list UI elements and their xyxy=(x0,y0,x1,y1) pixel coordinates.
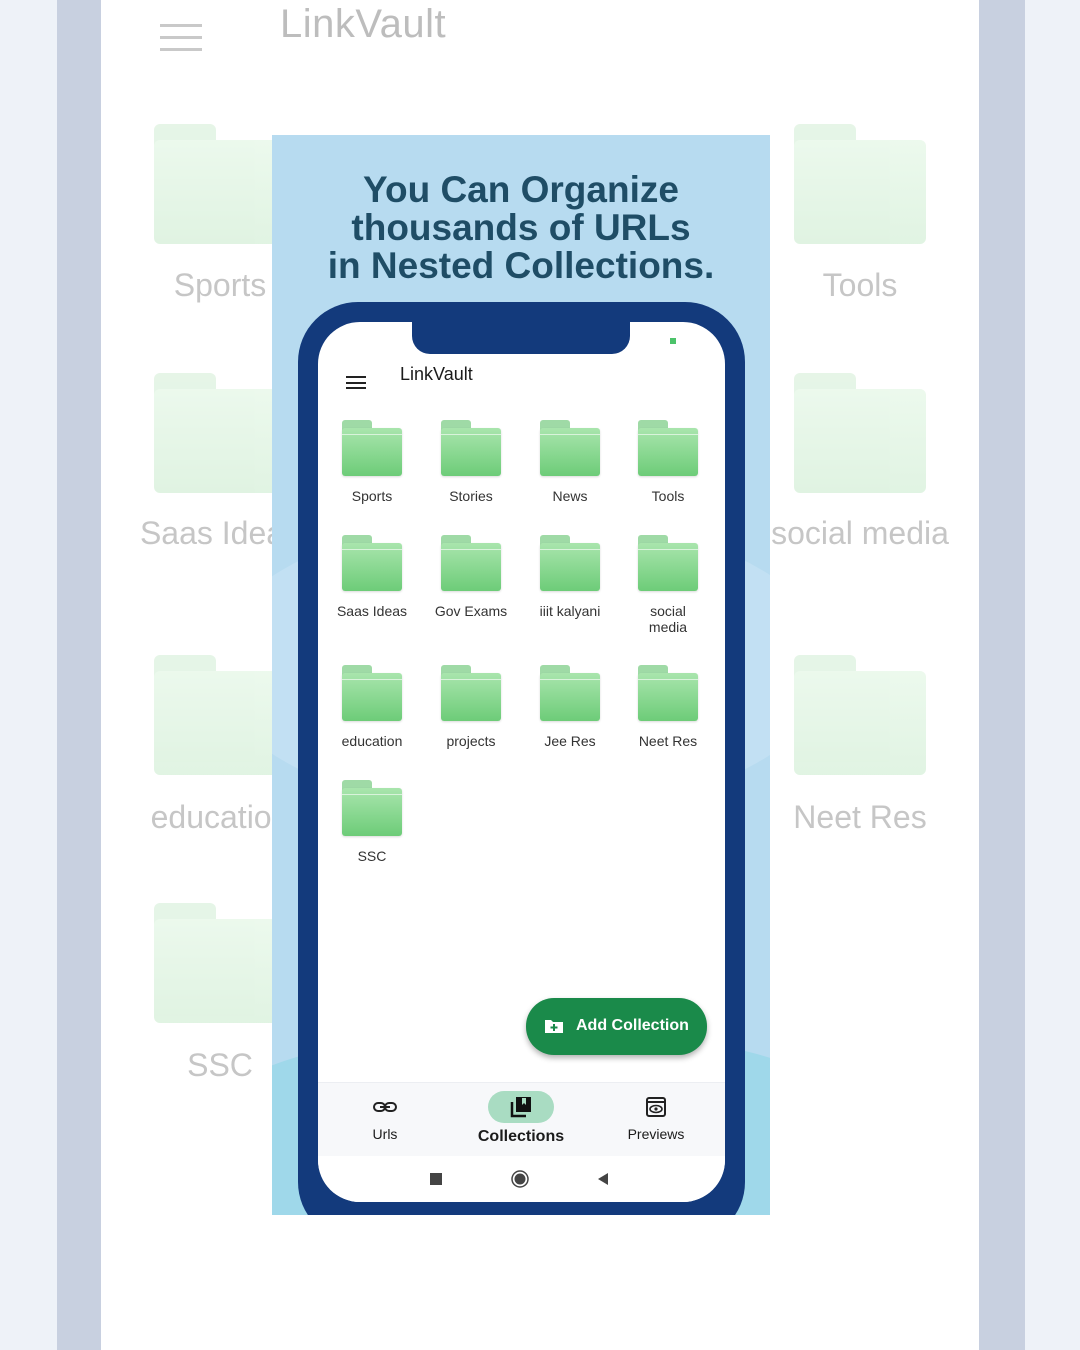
status-indicator-dot xyxy=(670,338,676,344)
collection-folder[interactable]: Gov Exams xyxy=(422,535,520,619)
add-collection-button[interactable]: Add Collection xyxy=(526,998,707,1055)
nav-tab-label: Urls xyxy=(372,1126,398,1142)
add-collection-label: Add Collection xyxy=(576,1017,689,1034)
collection-folder[interactable]: Neet Res xyxy=(619,665,717,749)
back-icon[interactable] xyxy=(594,1170,612,1188)
nav-tab-label: Previews xyxy=(627,1126,685,1142)
background-menu-icon xyxy=(160,24,202,54)
folder-icon xyxy=(540,535,600,591)
phone-frame: LinkVault Sports Stories News Tools Saas Ide… xyxy=(298,302,745,1215)
folder-icon xyxy=(441,420,501,476)
folder-icon xyxy=(638,535,698,591)
folder-label: education xyxy=(341,733,403,749)
link-icon xyxy=(373,1102,397,1112)
folder-label: Saas Ideas xyxy=(336,603,408,619)
bottom-navigation: Urls Collections Previews xyxy=(318,1082,725,1157)
collection-folder[interactable]: Stories xyxy=(422,420,520,504)
background-folder-label: Tools xyxy=(822,267,898,303)
folder-label: SSC xyxy=(357,848,387,864)
background-folder-icon xyxy=(154,903,286,1023)
headline-line: thousands of URLs xyxy=(351,207,691,248)
nav-tab-previews[interactable]: Previews xyxy=(601,1083,711,1157)
nav-tab-label: Collections xyxy=(477,1128,565,1145)
headline-line: in Nested Collections. xyxy=(327,245,715,286)
background-app-title: LinkVault xyxy=(280,2,447,46)
background-frame-right xyxy=(979,0,1025,1350)
phone-notch xyxy=(412,322,630,354)
app-title: LinkVault xyxy=(400,364,473,384)
folder-label: Stories xyxy=(449,488,493,504)
folder-label: Sports xyxy=(351,488,393,504)
folder-icon xyxy=(638,665,698,721)
folder-icon xyxy=(638,420,698,476)
folder-icon xyxy=(441,665,501,721)
preview-icon xyxy=(646,1097,666,1117)
folder-label: iiit kalyani xyxy=(539,603,601,619)
headline-line: You Can Organize xyxy=(363,169,679,210)
folder-icon xyxy=(540,420,600,476)
folder-icon xyxy=(342,665,402,721)
promo-panel: You Can Organize thousands of URLs in Ne… xyxy=(272,135,770,1215)
background-frame-left xyxy=(57,0,101,1350)
collection-folder[interactable]: SSC xyxy=(323,780,421,864)
folder-label: Tools xyxy=(651,488,685,504)
folder-icon xyxy=(441,535,501,591)
background-folder-label: Neet Res xyxy=(793,799,927,835)
collection-folder[interactable]: social media xyxy=(619,535,717,635)
promo-headline: You Can Organize thousands of URLs in Ne… xyxy=(272,171,770,285)
phone-screen: LinkVault Sports Stories News Tools Saas Ide… xyxy=(318,322,725,1202)
hamburger-menu-icon[interactable] xyxy=(346,376,366,392)
home-icon[interactable] xyxy=(511,1170,529,1188)
folder-add-icon xyxy=(545,1020,563,1033)
folder-label: News xyxy=(552,488,588,504)
collection-folder[interactable]: Jee Res xyxy=(521,665,619,749)
collection-folder[interactable]: Sports xyxy=(323,420,421,504)
collection-folder[interactable]: Tools xyxy=(619,420,717,504)
background-folder-icon xyxy=(154,655,286,775)
background-folder-icon xyxy=(794,655,926,775)
folder-icon xyxy=(540,665,600,721)
background-folder-icon xyxy=(794,124,926,244)
folder-label: Jee Res xyxy=(544,733,596,749)
folder-icon xyxy=(342,535,402,591)
background-folder-label: social media xyxy=(771,515,949,551)
nav-tab-collections[interactable]: Collections xyxy=(466,1083,576,1157)
system-navigation-bar xyxy=(318,1156,725,1202)
collections-icon xyxy=(510,1097,531,1118)
collection-folder[interactable]: education xyxy=(323,665,421,749)
collection-folder[interactable]: iiit kalyani xyxy=(521,535,619,619)
recents-icon[interactable] xyxy=(427,1170,445,1188)
folder-icon xyxy=(342,780,402,836)
folder-label: social media xyxy=(648,603,688,635)
folder-label: projects xyxy=(446,733,496,749)
folder-label: Gov Exams xyxy=(434,603,508,619)
background-folder-icon xyxy=(154,124,286,244)
collection-folder[interactable]: Saas Ideas xyxy=(323,535,421,619)
folder-label: Neet Res xyxy=(638,733,698,749)
collection-folder[interactable]: News xyxy=(521,420,619,504)
background-folder-icon xyxy=(154,373,286,493)
folder-icon xyxy=(342,420,402,476)
nav-tab-urls[interactable]: Urls xyxy=(330,1083,440,1157)
background-folder-icon xyxy=(794,373,926,493)
collection-folder[interactable]: projects xyxy=(422,665,520,749)
